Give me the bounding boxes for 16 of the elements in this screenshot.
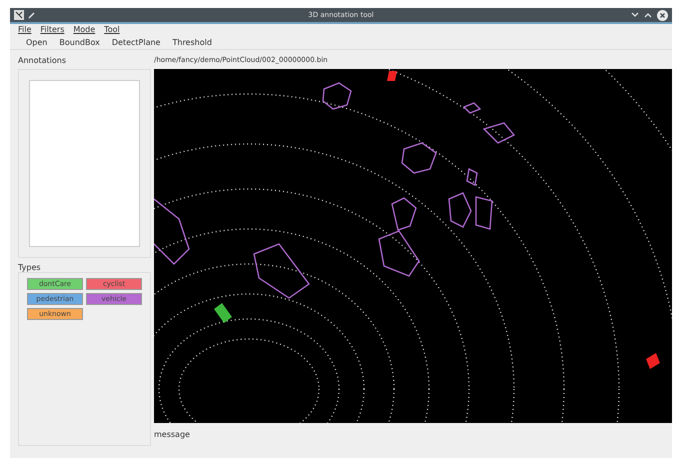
- menu-item[interactable]: Tool: [104, 24, 120, 36]
- status-message: message: [154, 429, 191, 441]
- app-icon: [14, 10, 24, 20]
- minimize-icon[interactable]: [631, 12, 639, 18]
- maximize-icon[interactable]: [644, 12, 652, 18]
- menu-item[interactable]: Filters: [40, 24, 64, 36]
- menu-item[interactable]: Mode: [73, 24, 96, 36]
- toolbar-button[interactable]: Threshold: [172, 36, 212, 48]
- toolbar-button[interactable]: BoundBox: [59, 36, 100, 48]
- toolbar-button[interactable]: DetectPlane: [112, 36, 160, 48]
- toolbar-button[interactable]: Open: [26, 36, 48, 48]
- panel-title: Types: [18, 262, 42, 272]
- close-icon[interactable]: [657, 10, 668, 20]
- menu-item[interactable]: File: [18, 24, 32, 36]
- panel-title: Annotations: [18, 55, 68, 67]
- pin-icon[interactable]: [28, 11, 36, 19]
